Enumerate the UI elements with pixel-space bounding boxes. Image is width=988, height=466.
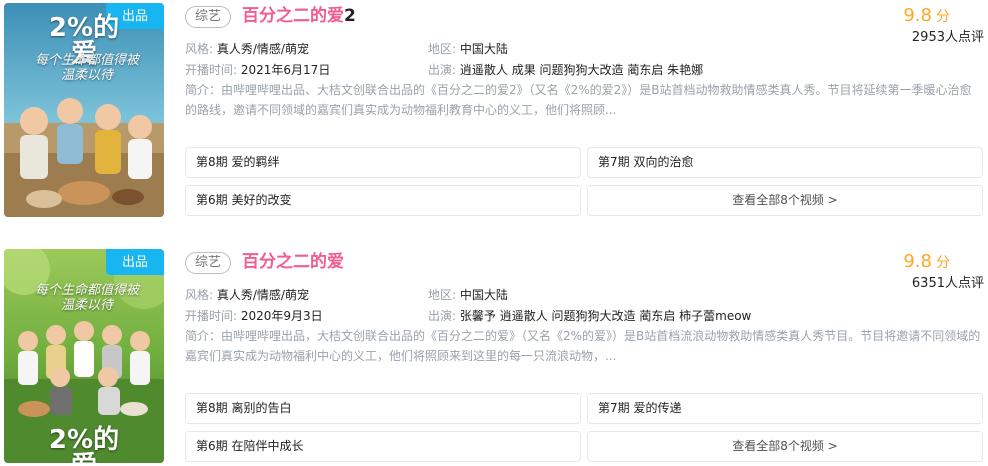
- episode-link[interactable]: 第8期 离别的告白: [185, 393, 581, 424]
- date-row: 开播时间: 2020年9月3日: [185, 307, 323, 325]
- cast-label: 出演:: [428, 309, 457, 323]
- episode-link[interactable]: 第8期 爱的羁绊: [185, 147, 581, 178]
- genre-label: 风格:: [185, 42, 214, 56]
- episode-number: 第7期: [598, 155, 630, 169]
- genre-row: 风格: 真人秀/情感/萌宠: [185, 286, 309, 304]
- region-label: 地区:: [428, 288, 457, 302]
- episode-name: 爱的传递: [633, 401, 682, 415]
- date-label: 开播时间:: [185, 309, 238, 323]
- category-tag: 综艺: [185, 6, 231, 28]
- cast-row: 出演: 张馨予 逍遥散人 问题狗狗大改造 蔺东启 柿子蕾meow: [428, 307, 751, 325]
- poster-subtitle: 每个生命都值得被温柔以待: [34, 53, 139, 83]
- episode-link[interactable]: 第6期 美好的改变: [185, 185, 581, 216]
- region-label: 地区:: [428, 42, 457, 56]
- episode-name: 在陪伴中成长: [231, 439, 304, 453]
- region-row: 地区: 中国大陆: [428, 286, 508, 304]
- episode-number: 第7期: [598, 401, 630, 415]
- episode-number: 第8期: [196, 155, 228, 169]
- rating-count: 2953人点评: [911, 30, 984, 45]
- description: 简介：由哔哩哔哩出品、大桔文创联合出品的《百分之二的爱2》（又名《2%的爱2》）…: [185, 83, 972, 117]
- episode-link[interactable]: 第6期 在陪伴中成长: [185, 431, 581, 462]
- episode-link[interactable]: 第7期 双向的治愈: [587, 147, 983, 178]
- rating-count: 6351人点评: [911, 276, 984, 291]
- genre-value: 真人秀/情感/萌宠: [216, 288, 309, 302]
- score-unit: 分: [936, 255, 950, 271]
- show-title-suffix: 2: [344, 6, 356, 26]
- episode-name: 离别的告白: [231, 401, 292, 415]
- cast-value: 张馨予 逍遥散人 问题狗狗大改造 蔺东启 柿子蕾meow: [459, 309, 752, 323]
- region-value: 中国大陆: [459, 42, 508, 56]
- bangumi-card: 出品 2%的爱 每个生命都值得被温柔以待 综艺 百分之二的爱2 9.8 分 295…: [0, 0, 988, 220]
- category-tag: 综艺: [185, 252, 231, 274]
- show-title[interactable]: 百分之二的爱2: [242, 4, 356, 28]
- produced-badge: 出品: [106, 249, 164, 275]
- date-row: 开播时间: 2021年6月17日: [185, 61, 330, 79]
- score: 9.8 分: [903, 4, 950, 29]
- date-value: 2021年6月17日: [240, 63, 331, 77]
- show-title-text: 百分之二的爱: [242, 6, 344, 26]
- episode-name: 爱的羁绊: [231, 155, 280, 169]
- cast-value: 逍遥散人 成果 问题狗狗大改造 蔺东启 朱艳娜: [459, 63, 704, 77]
- cast-row: 出演: 逍遥散人 成果 问题狗狗大改造 蔺东启 朱艳娜: [428, 61, 703, 79]
- region-row: 地区: 中国大陆: [428, 40, 508, 58]
- bangumi-card: 出品 每个生命都值得被温柔以待 2%的爱 综艺 百分之二的爱 9.8分 6351…: [0, 246, 988, 466]
- region-value: 中国大陆: [459, 288, 508, 302]
- view-all-videos-button[interactable]: 查看全部8个视频 >: [587, 431, 983, 462]
- description: 简介：由哔哩哔哩出品，大桔文创联合出品的《百分之二的爱》（又名《2%的爱》）是B…: [185, 329, 981, 363]
- poster-image[interactable]: 出品 每个生命都值得被温柔以待 2%的爱: [4, 249, 164, 463]
- score-value: 9.8: [903, 251, 932, 272]
- cast-label: 出演:: [428, 63, 457, 77]
- genre-value: 真人秀/情感/萌宠: [216, 42, 309, 56]
- date-value: 2020年9月3日: [240, 309, 323, 323]
- poster-subtitle: 每个生命都值得被温柔以待: [34, 283, 139, 313]
- poster-image[interactable]: 出品 2%的爱 每个生命都值得被温柔以待: [4, 3, 164, 217]
- date-label: 开播时间:: [185, 63, 238, 77]
- score-value: 9.8: [903, 5, 932, 26]
- show-title[interactable]: 百分之二的爱: [242, 250, 344, 274]
- episode-number: 第8期: [196, 401, 228, 415]
- episode-link[interactable]: 第7期 爱的传递: [587, 393, 983, 424]
- episode-name: 美好的改变: [231, 193, 292, 207]
- show-title-text: 百分之二的爱: [242, 252, 344, 272]
- genre-label: 风格:: [185, 288, 214, 302]
- view-all-videos-button[interactable]: 查看全部8个视频 >: [587, 185, 983, 216]
- episode-number: 第6期: [196, 193, 228, 207]
- score: 9.8 分: [903, 250, 950, 275]
- poster-title: 2%的爱: [48, 425, 120, 463]
- score-unit: 分: [936, 9, 950, 25]
- episode-number: 第6期: [196, 439, 228, 453]
- genre-row: 风格: 真人秀/情感/萌宠: [185, 40, 309, 58]
- episode-name: 双向的治愈: [633, 155, 694, 169]
